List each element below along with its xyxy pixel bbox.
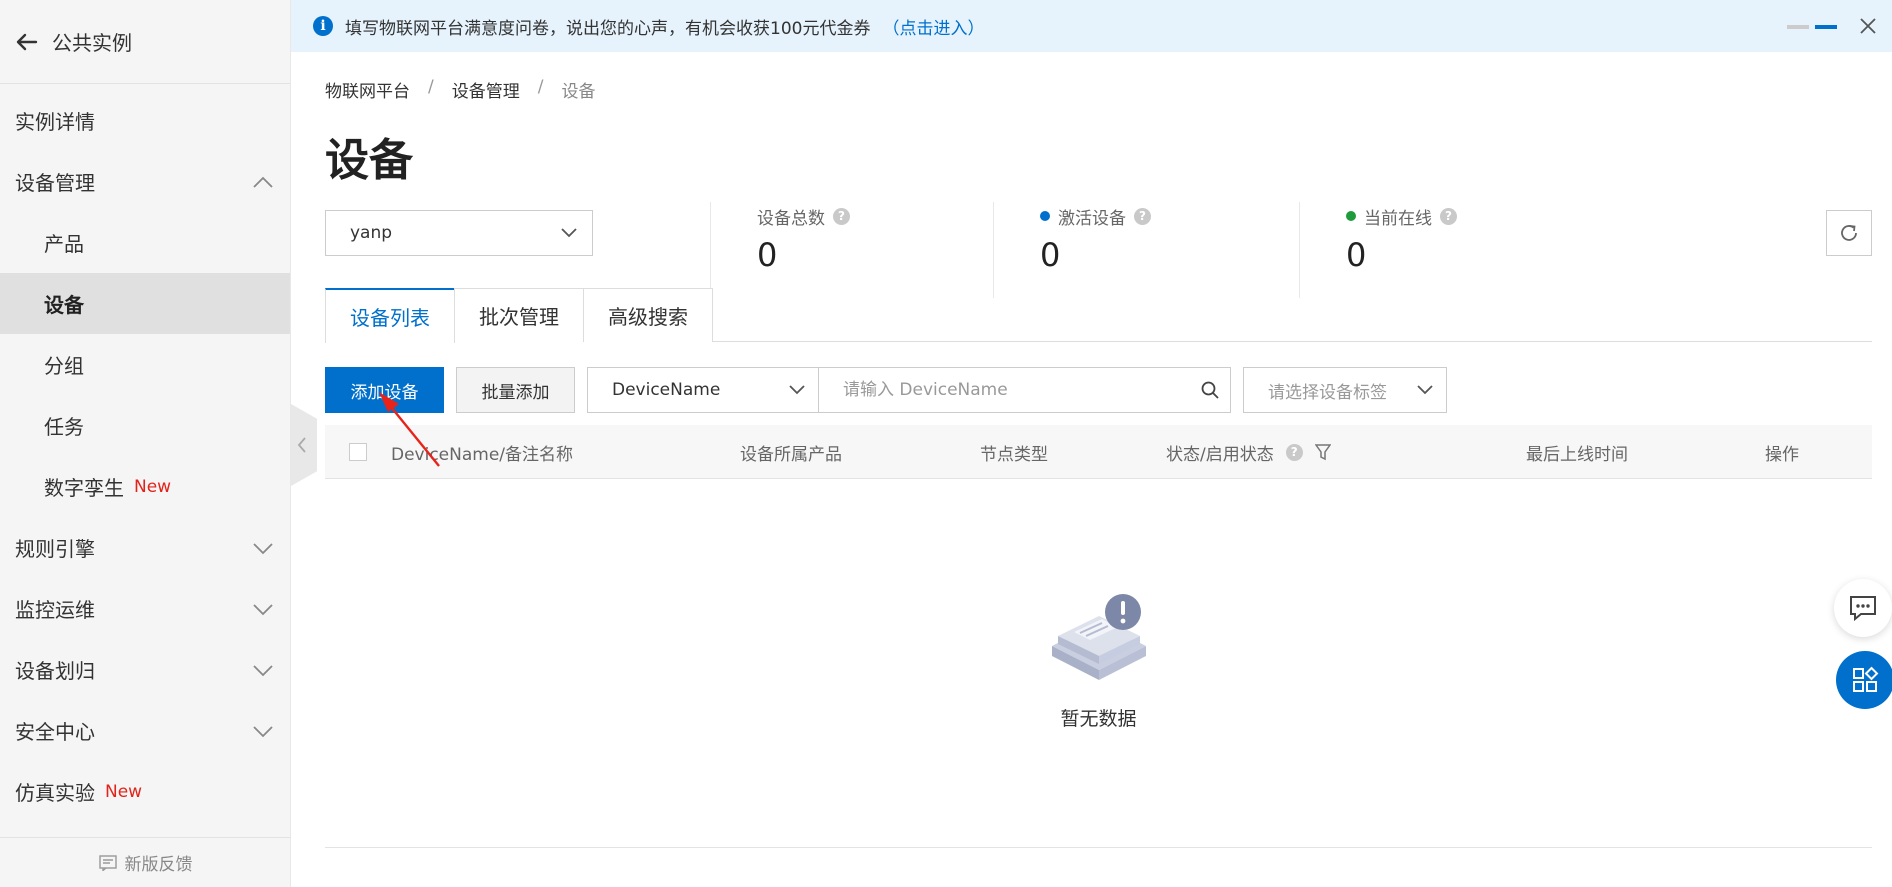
apps-float-button[interactable] — [1836, 651, 1892, 709]
chevron-down-icon — [253, 542, 273, 554]
new-badge: New — [105, 781, 143, 802]
chevron-down-icon — [253, 725, 273, 737]
chevron-down-icon — [561, 228, 577, 238]
sidebar-item-device-assignment[interactable]: 设备划归 — [0, 639, 290, 700]
tab-batch-management[interactable]: 批次管理 — [454, 288, 584, 342]
tab-device-list[interactable]: 设备列表 — [325, 288, 455, 343]
info-icon: i — [313, 16, 333, 36]
column-header-product: 设备所属产品 — [740, 444, 842, 465]
sidebar-item-digital-twin[interactable]: 数字孪生 New — [0, 456, 290, 517]
banner-text: 填写物联网平台满意度问卷，说出您的心声，有机会收获100元代金券 — [345, 18, 871, 39]
pager-dot[interactable] — [1787, 25, 1809, 29]
app-root: 公共实例 实例详情 设备管理 产品 设备 分组 任务 数字孪生 New 规则引擎 … — [0, 0, 1892, 887]
breadcrumb-item[interactable]: 设备管理 — [452, 77, 520, 102]
back-arrow-icon[interactable] — [14, 29, 40, 55]
column-header-node-type: 节点类型 — [980, 444, 1048, 465]
chevron-down-icon — [253, 664, 273, 676]
banner-link[interactable]: （点击进入） — [882, 14, 984, 39]
search-box — [818, 367, 1231, 413]
sidebar-item-device-management[interactable]: 设备管理 — [0, 151, 290, 212]
status-dot — [1346, 211, 1356, 221]
search-input[interactable] — [819, 368, 1179, 412]
product-select[interactable]: yanp — [325, 210, 593, 256]
red-arrow-annotation-icon — [379, 392, 440, 467]
column-header-last-online: 最后上线时间 — [1526, 444, 1628, 465]
chevron-down-icon — [253, 603, 273, 615]
new-badge: New — [134, 476, 172, 497]
tab-bar: 设备列表 批次管理 高级搜索 — [325, 288, 1872, 343]
sidebar-item-instance-detail[interactable]: 实例详情 — [0, 90, 290, 151]
sidebar-collapse-handle[interactable] — [291, 404, 317, 486]
help-icon[interactable]: ? — [833, 207, 850, 225]
refresh-button[interactable] — [1826, 210, 1872, 256]
device-tag-select[interactable]: 请选择设备标签 — [1243, 367, 1447, 413]
pager-dot-active[interactable] — [1815, 25, 1837, 29]
chevron-left-icon — [297, 437, 306, 453]
column-header-status: 状态/启用状态 ? — [1166, 425, 1331, 479]
stat-total-devices: 设备总数? 0 — [710, 202, 850, 298]
table-header: DeviceName/备注名称 设备所属产品 节点类型 状态/启用状态 ? 最后… — [325, 425, 1872, 479]
page-title: 设备 — [325, 135, 413, 186]
chevron-up-icon — [253, 176, 273, 188]
stat-activated-devices: 激活设备? 0 — [993, 202, 1151, 298]
search-icon[interactable] — [1200, 380, 1220, 400]
chevron-down-icon — [1417, 385, 1433, 395]
column-header-actions: 操作 — [1765, 444, 1799, 465]
stat-online-devices: 当前在线? 0 — [1299, 202, 1457, 298]
sidebar-item-simulation[interactable]: 仿真实验 New — [0, 761, 290, 822]
stat-value: 0 — [1346, 236, 1367, 274]
select-all-checkbox[interactable] — [349, 443, 367, 461]
instance-title: 公共实例 — [52, 31, 132, 55]
chat-float-button[interactable] — [1834, 579, 1892, 637]
breadcrumb: 物联网平台 / 设备管理 / 设备 — [325, 77, 596, 102]
sidebar-item-product[interactable]: 产品 — [0, 212, 290, 273]
survey-banner: i 填写物联网平台满意度问卷，说出您的心声，有机会收获100元代金券 （点击进入… — [291, 0, 1892, 52]
stat-value: 0 — [1040, 236, 1061, 274]
chat-icon — [1850, 596, 1876, 621]
help-icon[interactable]: ? — [1440, 207, 1457, 225]
breadcrumb-current: 设备 — [561, 82, 596, 102]
empty-data-icon — [1051, 594, 1146, 680]
apps-grid-icon — [1853, 666, 1879, 692]
search-field-select[interactable]: DeviceName — [587, 367, 819, 413]
empty-state: 暂无数据 — [325, 592, 1872, 731]
sidebar-item-security-center[interactable]: 安全中心 — [0, 700, 290, 761]
sidebar: 公共实例 实例详情 设备管理 产品 设备 分组 任务 数字孪生 New 规则引擎 … — [0, 0, 291, 887]
tab-advanced-search[interactable]: 高级搜索 — [583, 288, 713, 342]
product-select-value: yanp — [350, 223, 393, 243]
help-icon[interactable]: ? — [1285, 443, 1303, 461]
feedback-icon — [98, 854, 117, 871]
sidebar-item-rule-engine[interactable]: 规则引擎 — [0, 517, 290, 578]
sidebar-item-group[interactable]: 分组 — [0, 334, 290, 395]
sidebar-item-monitoring[interactable]: 监控运维 — [0, 578, 290, 639]
filter-icon[interactable] — [1314, 443, 1331, 461]
help-icon[interactable]: ? — [1134, 207, 1151, 225]
status-dot — [1040, 211, 1050, 221]
table-bottom-border — [325, 847, 1872, 848]
sidebar-item-task[interactable]: 任务 — [0, 395, 290, 456]
stat-value: 0 — [757, 236, 778, 274]
refresh-icon — [1841, 225, 1857, 241]
banner-pager — [1787, 25, 1837, 29]
batch-add-button[interactable]: 批量添加 — [456, 367, 575, 413]
sidebar-item-device[interactable]: 设备 — [0, 273, 290, 334]
sidebar-header: 公共实例 — [0, 0, 290, 84]
feedback-link[interactable]: 新版反馈 — [0, 837, 291, 887]
close-icon[interactable] — [1858, 16, 1878, 36]
chevron-down-icon — [789, 385, 805, 395]
empty-state-text: 暂无数据 — [1060, 708, 1137, 730]
toolbar: 添加设备 批量添加 DeviceName 请选择设备标签 — [325, 367, 1872, 413]
sidebar-menu: 实例详情 设备管理 产品 设备 分组 任务 数字孪生 New 规则引擎 监控运维 … — [0, 84, 290, 822]
breadcrumb-item[interactable]: 物联网平台 — [325, 77, 410, 102]
